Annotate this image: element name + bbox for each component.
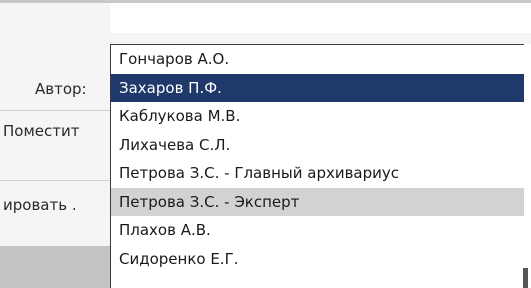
divider (0, 180, 110, 181)
divider (0, 110, 110, 111)
author-option[interactable]: Плахов А.В. (111, 216, 524, 245)
author-option[interactable]: Петрова З.С. - Главный архивариус (111, 159, 524, 188)
author-label: Автор: (35, 80, 87, 98)
author-field-top (110, 3, 531, 33)
scrollbar-thumb[interactable] (523, 268, 528, 288)
author-option[interactable]: Сидоренко Е.Г. (111, 245, 524, 274)
author-dropdown-list[interactable]: Гончаров А.О. Захаров П.Ф. Каблукова М.В… (110, 44, 524, 288)
author-option-selected[interactable]: Захаров П.Ф. (111, 73, 524, 102)
author-option[interactable]: Лихачева С.Л. (111, 131, 524, 160)
author-option[interactable]: Гончаров А.О. (111, 45, 524, 74)
author-option-hovered[interactable]: Петрова З.С. - Эксперт (111, 187, 524, 216)
dropdown-scrollbar[interactable] (524, 44, 531, 288)
edit-label: ировать . (3, 196, 77, 214)
author-option[interactable]: Каблукова М.В. (111, 102, 524, 131)
place-label: Поместит (3, 122, 80, 140)
